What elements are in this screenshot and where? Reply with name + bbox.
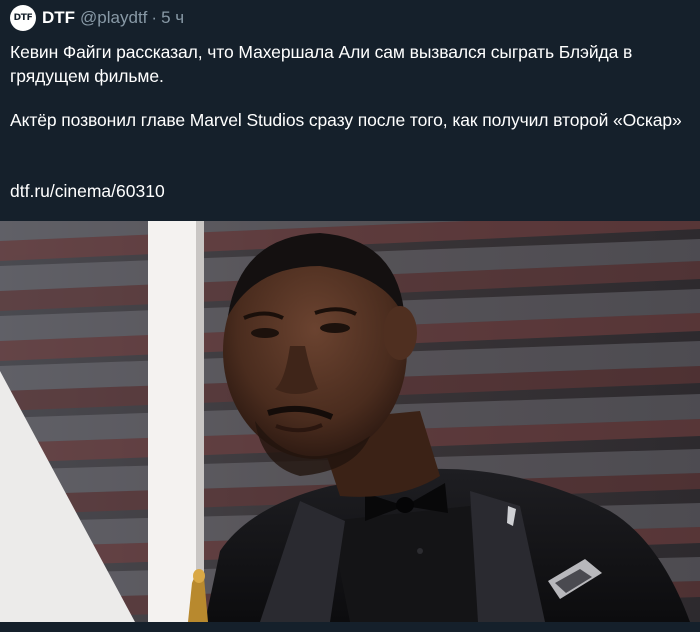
tweet-text-paragraph-1: Кевин Файги рассказал, что Махершала Али… (10, 42, 633, 86)
white-column (148, 221, 196, 622)
user-handle[interactable]: @playdtf (80, 8, 147, 28)
avatar[interactable]: DTF (10, 5, 36, 31)
tweet-text-paragraph-2: Актёр позвонил главе Marvel Studios сраз… (10, 110, 682, 130)
display-name[interactable]: DTF (42, 8, 75, 28)
tweet-header: DTF DTF @playdtf · 5 ч (10, 5, 184, 31)
article-link[interactable]: dtf.ru/cinema/60310 (10, 179, 165, 203)
timestamp[interactable]: 5 ч (161, 8, 184, 28)
photo-illustration (0, 221, 700, 622)
tweet-card[interactable]: DTF DTF @playdtf · 5 ч Кевин Файги расск… (0, 0, 700, 632)
tweet-photo[interactable] (0, 221, 700, 622)
separator-dot: · (151, 8, 158, 27)
